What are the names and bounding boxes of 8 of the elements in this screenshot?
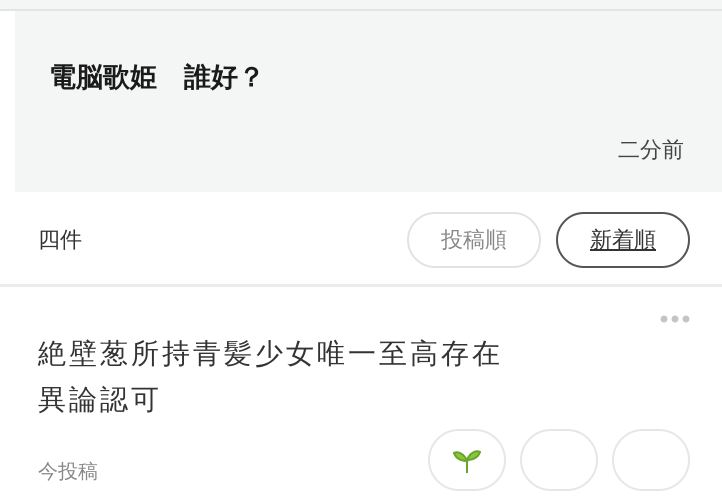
answer-text: 絶壁葱所持青髪少女唯一至高存在異論認可 [38, 336, 504, 418]
sort-button[interactable]: 新着順 [556, 212, 690, 268]
question-time: 二分前 [618, 137, 684, 165]
answer-count: 四件 [38, 227, 83, 255]
sort-button[interactable]: 投稿順 [407, 212, 541, 268]
question-title: 電脳歌姫 誰好？ [49, 61, 266, 95]
answer-time: 今投稿 [38, 458, 99, 484]
more-icon[interactable] [660, 315, 690, 323]
